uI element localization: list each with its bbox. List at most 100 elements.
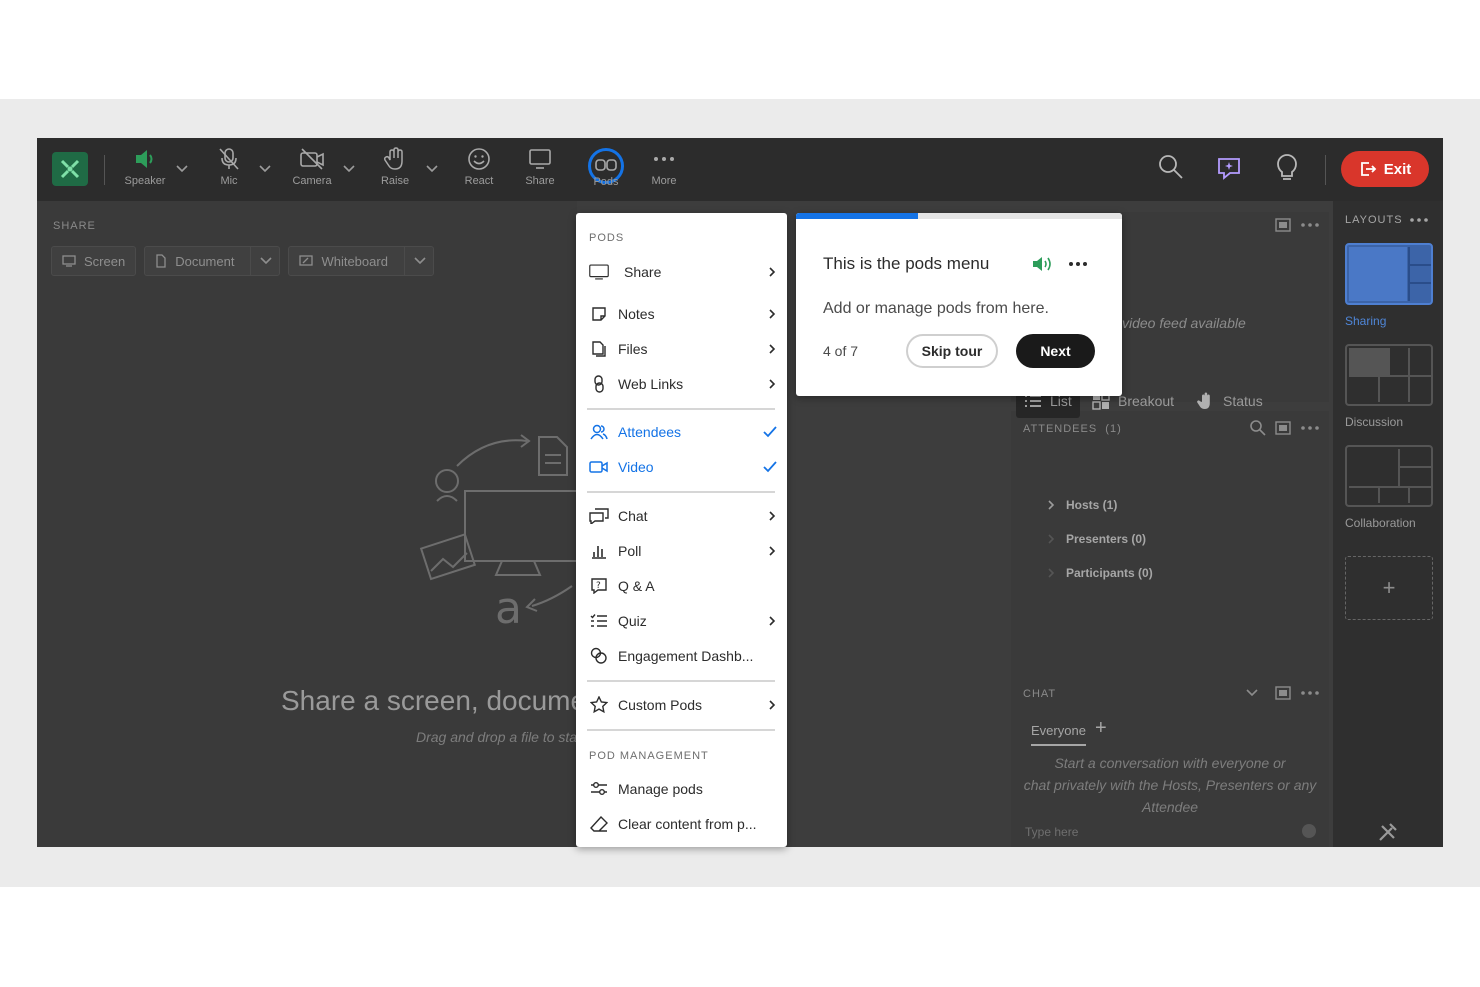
share-whiteboard-label: Whiteboard <box>321 253 388 269</box>
layout-collaboration-thumbnail[interactable] <box>1345 445 1433 507</box>
menu-item-label: Chat <box>618 508 648 524</box>
menu-item-label: Notes <box>618 306 655 322</box>
raise-hand-button[interactable]: Raise <box>380 146 410 194</box>
maximize-icon[interactable] <box>1274 420 1292 436</box>
top-toolbar: Speaker Mic Camera Raise React Share Pod… <box>37 138 1443 201</box>
tools-icon[interactable] <box>1377 821 1399 843</box>
attendees-group-participants[interactable]: Participants (0) <box>1046 566 1153 580</box>
chevron-right-icon <box>769 309 776 319</box>
pods-menu-item-notes[interactable]: Notes <box>589 299 777 329</box>
question-bubble-icon: ? <box>591 578 607 594</box>
share-whiteboard-button[interactable]: Whiteboard <box>288 246 434 276</box>
quiz-list-icon <box>590 614 607 627</box>
whiteboard-chevron-down-icon[interactable] <box>413 254 427 268</box>
skip-tour-button[interactable]: Skip tour <box>906 334 998 368</box>
video-feed-message: video feed available <box>1122 315 1246 331</box>
speaker-icon[interactable] <box>1031 254 1055 274</box>
add-layout-button[interactable]: + <box>1345 556 1433 620</box>
chat-add-tab-button[interactable]: + <box>1095 717 1107 740</box>
smiley-icon <box>468 148 490 170</box>
hand-icon <box>1197 392 1210 409</box>
app-logo-icon[interactable] <box>52 152 88 186</box>
chat-tab-everyone[interactable]: Everyone <box>1031 723 1086 746</box>
document-chevron-down-icon[interactable] <box>259 254 273 268</box>
more-dots-icon[interactable] <box>1300 217 1320 233</box>
chat-sparkle-icon[interactable] <box>1214 153 1244 183</box>
menu-item-label: Clear content from p... <box>618 816 757 832</box>
attendees-group-hosts[interactable]: Hosts (1) <box>1046 498 1117 512</box>
layouts-header: LAYOUTS <box>1345 214 1403 226</box>
layout-grid-icon <box>1349 348 1431 402</box>
share-illustration-icon: a <box>419 434 577 631</box>
more-dots-icon[interactable] <box>1068 257 1088 271</box>
help-icon[interactable] <box>1301 823 1317 839</box>
speaker-button[interactable]: Speaker <box>123 146 167 194</box>
pods-menu-item-quiz[interactable]: Quiz <box>589 606 777 636</box>
pod-management-section-header: POD MANAGEMENT <box>589 750 709 762</box>
layout-sharing-label[interactable]: Sharing <box>1345 314 1386 328</box>
chat-input[interactable]: Type here <box>1025 825 1078 839</box>
speaker-chevron-down-icon[interactable] <box>175 162 189 176</box>
tour-body: Add or manage pods from here. <box>823 300 1049 317</box>
link-icon <box>594 375 604 393</box>
exit-button[interactable]: Exit <box>1341 151 1429 187</box>
attendees-tab-status[interactable]: Status <box>1197 384 1263 418</box>
next-button[interactable]: Next <box>1016 334 1095 368</box>
pods-menu-item-clear-content[interactable]: Clear content from p... <box>589 809 777 839</box>
layout-discussion-label[interactable]: Discussion <box>1345 415 1403 429</box>
maximize-icon[interactable] <box>1274 685 1292 701</box>
camera-chevron-down-icon[interactable] <box>342 162 356 176</box>
attendees-group-presenters[interactable]: Presenters (0) <box>1046 532 1146 546</box>
mic-button[interactable]: Mic <box>214 146 244 194</box>
menu-item-label: Share <box>624 264 662 280</box>
react-button[interactable]: React <box>464 146 494 194</box>
camera-off-icon <box>300 148 324 170</box>
pods-button[interactable]: Pods <box>586 148 626 196</box>
menu-divider <box>587 491 775 493</box>
pods-menu-item-files[interactable]: Files <box>589 334 777 364</box>
pods-menu-item-attendees[interactable]: Attendees <box>589 417 777 447</box>
lightbulb-icon[interactable] <box>1273 153 1301 183</box>
pods-menu-item-manage-pods[interactable]: Manage pods <box>589 774 777 804</box>
raise-chevron-down-icon[interactable] <box>425 162 439 176</box>
search-icon[interactable] <box>1249 419 1267 437</box>
files-icon <box>592 341 606 357</box>
poll-bars-icon <box>592 546 606 559</box>
layout-discussion-thumbnail[interactable] <box>1345 344 1433 406</box>
chat-empty-hint: Start a conversation with everyone or ch… <box>1011 752 1329 818</box>
more-dots-icon[interactable] <box>1300 420 1320 436</box>
hand-icon <box>383 147 403 170</box>
menu-item-label: Manage pods <box>618 781 703 797</box>
chevron-right-icon <box>1048 534 1055 544</box>
pods-menu-item-custom-pods[interactable]: Custom Pods <box>589 690 777 720</box>
camera-button[interactable]: Camera <box>291 146 333 194</box>
maximize-icon[interactable] <box>1274 217 1292 233</box>
pods-menu-item-web-links[interactable]: Web Links <box>589 369 777 399</box>
pods-menu-item-poll[interactable]: Poll <box>589 536 777 566</box>
pods-section-header: PODS <box>589 232 625 244</box>
layout-sharing-thumbnail[interactable] <box>1345 243 1433 305</box>
more-dots-icon[interactable] <box>1409 213 1429 227</box>
chevron-down-icon[interactable] <box>1245 686 1259 700</box>
pods-menu-item-engagement-dashboard[interactable]: Engagement Dashb... <box>589 641 777 671</box>
more-label: More <box>651 175 677 187</box>
more-button[interactable]: More <box>647 146 681 194</box>
share-document-button[interactable]: Document <box>144 246 281 276</box>
pods-menu-item-video[interactable]: Video <box>589 452 777 482</box>
pods-menu-item-qa[interactable]: ? Q & A <box>589 571 777 601</box>
share-screen-button[interactable]: Screen <box>51 246 137 276</box>
mic-chevron-down-icon[interactable] <box>258 162 272 176</box>
share-pod-header: SHARE <box>53 220 96 232</box>
more-dots-icon[interactable] <box>1300 685 1320 701</box>
sliders-icon <box>591 782 607 795</box>
menu-divider <box>587 680 775 682</box>
participants-label: Participants (0) <box>1066 566 1153 580</box>
layout-collaboration-label[interactable]: Collaboration <box>1345 516 1416 530</box>
search-icon[interactable] <box>1157 153 1185 181</box>
share-button[interactable]: Share <box>525 146 555 194</box>
pods-menu-item-share[interactable]: Share <box>589 257 777 287</box>
mic-label: Mic <box>220 175 238 187</box>
pods-menu-item-chat[interactable]: Chat <box>589 501 777 531</box>
share-pod: SHARE Screen Document Whiteboard a Share… <box>37 201 581 847</box>
react-label: React <box>464 175 494 187</box>
